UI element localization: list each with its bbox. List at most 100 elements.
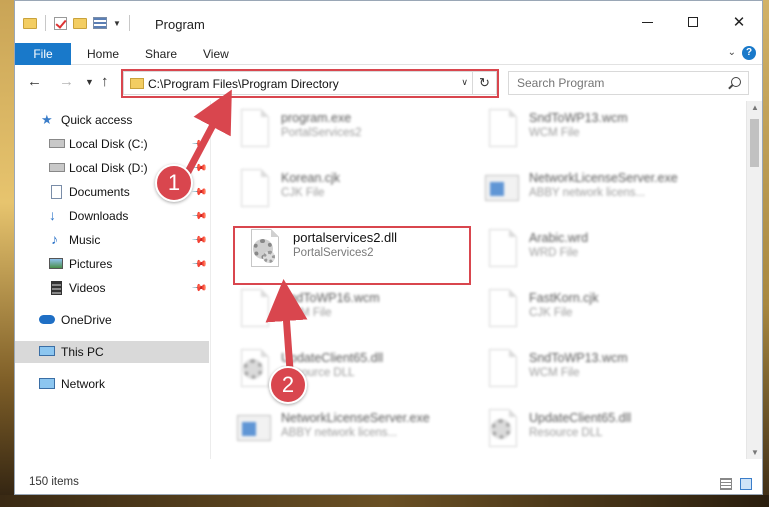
tab-home[interactable]: Home: [73, 43, 133, 65]
file-item[interactable]: SndToWP13.wcm WCM File: [471, 101, 711, 155]
star-icon: ★: [41, 112, 53, 127]
file-item[interactable]: SndToWP13.wcm WCM File: [471, 341, 711, 395]
pin-icon[interactable]: 📌: [190, 160, 207, 177]
file-name: SndToWP13.wcm: [529, 111, 628, 125]
pictures-icon: [49, 258, 63, 269]
exe-installer-icon: [237, 109, 271, 149]
maximize-button[interactable]: [670, 1, 716, 43]
file-icon: [237, 289, 271, 329]
scroll-thumb[interactable]: [750, 119, 759, 167]
dll-gear-icon: [485, 409, 519, 449]
file-item[interactable]: NetworkLicenseServer.exe ABBY network li…: [471, 161, 711, 215]
videos-icon: [51, 281, 62, 295]
sidebar-item-label: Music: [69, 233, 101, 247]
pin-icon[interactable]: 📌: [190, 280, 207, 297]
file-icon: [485, 229, 519, 269]
properties-check-icon[interactable]: [54, 16, 67, 30]
file-name: Arabic.wrd: [529, 231, 589, 245]
pin-icon[interactable]: 📌: [190, 232, 207, 249]
file-item[interactable]: UpdateClient65.dll Resource DLL: [471, 401, 711, 455]
file-icon: [485, 349, 519, 389]
file-type: CJK File: [529, 307, 573, 319]
sidebar-item-label: This PC: [61, 345, 104, 359]
step-2-badge: 2: [269, 366, 307, 404]
customize-toolbar-chevron-icon[interactable]: ▼: [113, 19, 121, 28]
file-icon: [485, 109, 519, 149]
vertical-scrollbar[interactable]: ▲ ▼: [746, 101, 762, 459]
details-view-icon[interactable]: [720, 478, 732, 490]
file-type: WCM File: [281, 307, 332, 319]
minimize-icon: [641, 21, 653, 23]
documents-icon: [51, 185, 62, 199]
forward-arrow-icon[interactable]: →: [59, 73, 74, 90]
window-title: Program: [155, 17, 205, 32]
file-type: PortalServices2: [281, 127, 362, 139]
expand-ribbon-chevron-icon[interactable]: ⌄: [728, 47, 736, 58]
file-type: ABBY network licens...: [529, 187, 646, 199]
file-type: CJK File: [281, 187, 325, 199]
desktop-background-right: [763, 0, 769, 507]
file-item[interactable]: UpdateClient65.dll Resource DLL: [223, 341, 463, 395]
download-icon: ↓: [49, 207, 56, 223]
sidebar-item-local-disk-c[interactable]: Local Disk (C:) 📌: [15, 133, 209, 155]
tab-view[interactable]: View: [189, 43, 243, 65]
sidebar-item-onedrive[interactable]: OneDrive: [15, 309, 209, 331]
minimize-button[interactable]: [624, 1, 670, 43]
navigation-pane: ★ Quick access Local Disk (C:) 📌 Local D…: [15, 101, 211, 459]
file-item[interactable]: Korean.cjk CJK File: [223, 161, 463, 215]
toolbar-divider: [45, 15, 46, 31]
pin-icon[interactable]: 📌: [190, 256, 207, 273]
close-icon: ✕: [732, 14, 746, 31]
file-item[interactable]: NetworkLicenseServer.exe ABBY network li…: [223, 401, 463, 455]
file-item[interactable]: FastKorn.cjk CJK File: [471, 281, 711, 335]
folder-icon: [23, 17, 37, 29]
file-name: UpdateClient65.dll: [529, 411, 632, 425]
sidebar-item-music[interactable]: ♪ Music 📌: [15, 229, 209, 251]
recent-locations-chevron-icon[interactable]: ▼: [85, 77, 94, 87]
file-highlight: [233, 226, 471, 285]
computer-icon: [39, 346, 55, 356]
sidebar-item-downloads[interactable]: ↓ Downloads 📌: [15, 205, 209, 227]
file-name: Korean.cjk: [281, 171, 341, 185]
up-arrow-icon[interactable]: ↑: [101, 73, 109, 90]
file-item[interactable]: SndToWP16.wcm WCM File: [223, 281, 463, 335]
scroll-up-arrow-icon[interactable]: ▲: [751, 103, 759, 112]
ribbon-tabs: File Home Share View ⌄ ?: [15, 43, 762, 65]
search-icon: [731, 77, 741, 87]
address-bar-highlight: [121, 69, 499, 98]
tab-share[interactable]: Share: [131, 43, 191, 65]
desktop-background-bottom: [0, 495, 769, 507]
sidebar-item-quick-access[interactable]: ★ Quick access: [15, 109, 209, 131]
file-item[interactable]: Arabic.wrd WRD File: [471, 221, 711, 275]
sidebar-item-label: Documents: [69, 185, 130, 199]
large-icons-view-icon[interactable]: [740, 478, 752, 490]
drive-icon: [49, 163, 65, 172]
new-folder-icon[interactable]: [73, 17, 87, 29]
close-button[interactable]: ✕: [716, 1, 762, 43]
file-name: NetworkLicenseServer.exe: [281, 411, 430, 425]
file-item[interactable]: program.exe PortalServices2: [223, 101, 463, 155]
tab-file[interactable]: File: [15, 43, 71, 65]
scroll-down-arrow-icon[interactable]: ▼: [751, 448, 759, 457]
pin-icon[interactable]: 📌: [190, 184, 207, 201]
file-name: program.exe: [281, 111, 352, 125]
sidebar-item-videos[interactable]: Videos 📌: [15, 277, 209, 299]
title-bar: ▼ Program ✕: [15, 1, 762, 43]
sidebar-item-pictures[interactable]: Pictures 📌: [15, 253, 209, 275]
music-icon: ♪: [51, 231, 58, 247]
file-type: Resource DLL: [529, 427, 603, 439]
sidebar-item-this-pc[interactable]: This PC: [15, 341, 209, 363]
help-icon[interactable]: ?: [742, 46, 756, 60]
file-name: SndToWP16.wcm: [281, 291, 380, 305]
file-icon: [485, 289, 519, 329]
dll-gear-icon: [237, 349, 271, 389]
cloud-icon: [39, 315, 55, 324]
sidebar-item-label: Videos: [69, 281, 106, 295]
back-arrow-icon[interactable]: ←: [27, 73, 42, 90]
search-box[interactable]: [508, 71, 749, 95]
search-input[interactable]: [517, 73, 717, 93]
properties-icon[interactable]: [93, 17, 107, 29]
sidebar-item-network[interactable]: Network: [15, 373, 209, 395]
pin-icon[interactable]: 📌: [190, 136, 207, 153]
pin-icon[interactable]: 📌: [190, 208, 207, 225]
